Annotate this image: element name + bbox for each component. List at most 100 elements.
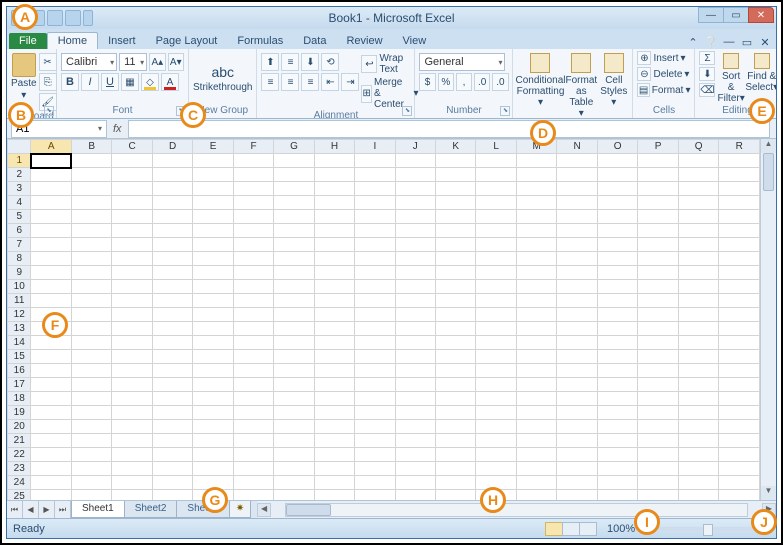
cell-A21[interactable] bbox=[31, 434, 71, 448]
cell-P5[interactable] bbox=[638, 210, 678, 224]
cell-N8[interactable] bbox=[557, 252, 597, 266]
cell-B8[interactable] bbox=[71, 252, 111, 266]
qat-dropdown-icon[interactable] bbox=[83, 10, 93, 26]
cell-J11[interactable] bbox=[395, 294, 435, 308]
vertical-scrollbar[interactable]: ▲ ▼ bbox=[760, 139, 776, 500]
cell-L21[interactable] bbox=[476, 434, 516, 448]
cell-P7[interactable] bbox=[638, 238, 678, 252]
tab-view[interactable]: View bbox=[393, 33, 437, 49]
cell-A2[interactable] bbox=[31, 168, 71, 182]
row-header-7[interactable]: 7 bbox=[8, 238, 31, 252]
cell-P24[interactable] bbox=[638, 476, 678, 490]
cell-H4[interactable] bbox=[314, 196, 354, 210]
cell-N20[interactable] bbox=[557, 420, 597, 434]
cell-D2[interactable] bbox=[152, 168, 192, 182]
increase-indent-button[interactable]: ⇥ bbox=[341, 73, 359, 91]
cell-B24[interactable] bbox=[71, 476, 111, 490]
cell-B13[interactable] bbox=[71, 322, 111, 336]
cell-E15[interactable] bbox=[193, 350, 233, 364]
cell-H9[interactable] bbox=[314, 266, 354, 280]
cell-L16[interactable] bbox=[476, 364, 516, 378]
cell-N6[interactable] bbox=[557, 224, 597, 238]
decrease-indent-button[interactable]: ⇤ bbox=[321, 73, 339, 91]
cell-E11[interactable] bbox=[193, 294, 233, 308]
cell-C17[interactable] bbox=[112, 378, 152, 392]
cell-D8[interactable] bbox=[152, 252, 192, 266]
cell-M19[interactable] bbox=[516, 406, 557, 420]
cell-H6[interactable] bbox=[314, 224, 354, 238]
cell-D1[interactable] bbox=[152, 154, 192, 168]
cell-Q7[interactable] bbox=[678, 238, 719, 252]
scroll-thumb[interactable] bbox=[763, 153, 774, 191]
cell-A3[interactable] bbox=[31, 182, 71, 196]
cell-D14[interactable] bbox=[152, 336, 192, 350]
wrap-text-button[interactable]: ↩Wrap Text bbox=[361, 53, 418, 75]
cell-I13[interactable] bbox=[355, 322, 395, 336]
cell-O6[interactable] bbox=[597, 224, 638, 238]
cell-J15[interactable] bbox=[395, 350, 435, 364]
tab-home[interactable]: Home bbox=[47, 32, 98, 49]
cell-D16[interactable] bbox=[152, 364, 192, 378]
cell-O1[interactable] bbox=[597, 154, 638, 168]
align-bottom-button[interactable]: ⬇ bbox=[301, 53, 319, 71]
cell-R11[interactable] bbox=[719, 294, 760, 308]
cell-H18[interactable] bbox=[314, 392, 354, 406]
cell-G19[interactable] bbox=[274, 406, 315, 420]
cell-E18[interactable] bbox=[193, 392, 233, 406]
cell-B5[interactable] bbox=[71, 210, 111, 224]
tab-insert[interactable]: Insert bbox=[98, 33, 146, 49]
cell-H20[interactable] bbox=[314, 420, 354, 434]
cell-G3[interactable] bbox=[274, 182, 315, 196]
cell-M24[interactable] bbox=[516, 476, 557, 490]
cell-F21[interactable] bbox=[233, 434, 273, 448]
cell-M10[interactable] bbox=[516, 280, 557, 294]
cell-I6[interactable] bbox=[355, 224, 395, 238]
cell-O24[interactable] bbox=[597, 476, 638, 490]
cell-H17[interactable] bbox=[314, 378, 354, 392]
cell-D18[interactable] bbox=[152, 392, 192, 406]
cell-M7[interactable] bbox=[516, 238, 557, 252]
grow-font-button[interactable]: A▴ bbox=[149, 53, 165, 71]
cell-D22[interactable] bbox=[152, 448, 192, 462]
cell-M2[interactable] bbox=[516, 168, 557, 182]
cell-B16[interactable] bbox=[71, 364, 111, 378]
cell-L10[interactable] bbox=[476, 280, 516, 294]
cell-O10[interactable] bbox=[597, 280, 638, 294]
cell-E8[interactable] bbox=[193, 252, 233, 266]
cell-I23[interactable] bbox=[355, 462, 395, 476]
cell-J5[interactable] bbox=[395, 210, 435, 224]
cell-C3[interactable] bbox=[112, 182, 152, 196]
cell-M4[interactable] bbox=[516, 196, 557, 210]
cell-E12[interactable] bbox=[193, 308, 233, 322]
cell-R19[interactable] bbox=[719, 406, 760, 420]
cell-N16[interactable] bbox=[557, 364, 597, 378]
cell-P8[interactable] bbox=[638, 252, 678, 266]
cell-A1[interactable] bbox=[31, 154, 71, 168]
cell-A4[interactable] bbox=[31, 196, 71, 210]
cell-F14[interactable] bbox=[233, 336, 273, 350]
fill-button[interactable]: ⬇ bbox=[699, 67, 715, 81]
cell-Q3[interactable] bbox=[678, 182, 719, 196]
row-header-21[interactable]: 21 bbox=[8, 434, 31, 448]
cell-Q11[interactable] bbox=[678, 294, 719, 308]
row-header-17[interactable]: 17 bbox=[8, 378, 31, 392]
page-layout-view-button[interactable] bbox=[562, 522, 580, 536]
cell-D15[interactable] bbox=[152, 350, 192, 364]
cell-M16[interactable] bbox=[516, 364, 557, 378]
cell-H10[interactable] bbox=[314, 280, 354, 294]
cell-H1[interactable] bbox=[314, 154, 354, 168]
cell-R5[interactable] bbox=[719, 210, 760, 224]
cell-A19[interactable] bbox=[31, 406, 71, 420]
cell-I12[interactable] bbox=[355, 308, 395, 322]
cell-N22[interactable] bbox=[557, 448, 597, 462]
cell-Q14[interactable] bbox=[678, 336, 719, 350]
cell-I7[interactable] bbox=[355, 238, 395, 252]
cell-N24[interactable] bbox=[557, 476, 597, 490]
cell-F4[interactable] bbox=[233, 196, 273, 210]
autosum-button[interactable]: Σ bbox=[699, 51, 715, 65]
cell-R13[interactable] bbox=[719, 322, 760, 336]
cell-A6[interactable] bbox=[31, 224, 71, 238]
cell-L22[interactable] bbox=[476, 448, 516, 462]
cell-O22[interactable] bbox=[597, 448, 638, 462]
cell-J2[interactable] bbox=[395, 168, 435, 182]
